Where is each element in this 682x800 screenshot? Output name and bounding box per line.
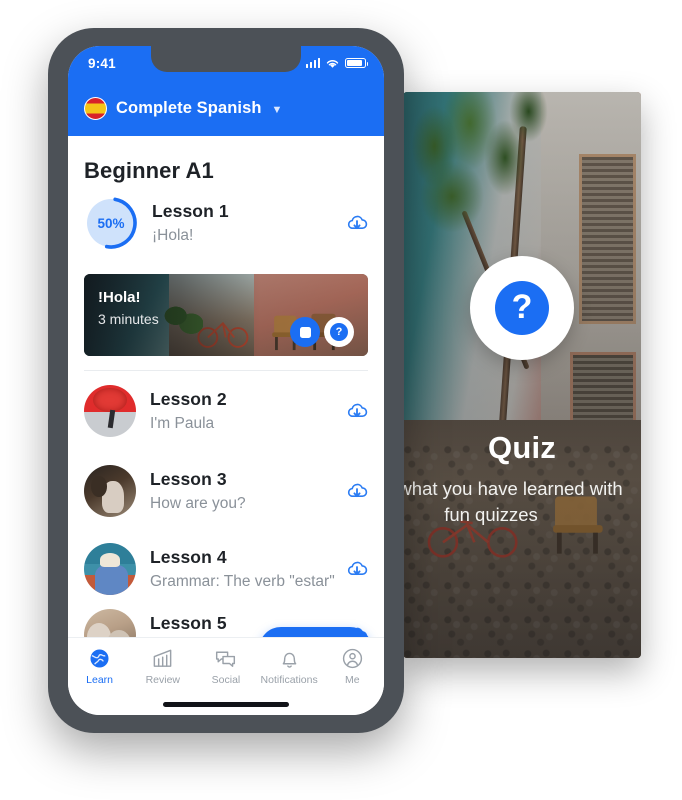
lesson-subtitle: How are you? [150,494,246,512]
tab-review[interactable]: Review [131,645,194,686]
battery-icon [345,58,369,68]
status-icons [305,58,369,69]
cloud-download-icon[interactable] [344,398,370,424]
quiz-photo-overlay [403,92,641,658]
progress-percent: 50% [97,215,125,231]
avatar [84,465,136,517]
video-card-title: !Hola! [98,289,141,306]
tab-social[interactable]: Social [194,645,257,686]
quiz-subtitle: Test what you have learned with fun quiz… [403,478,623,525]
lesson-text: Lesson 1 ¡Hola! [138,201,344,246]
avatar [84,385,136,437]
lesson-title: Lesson 2 [150,388,227,409]
cloud-download-icon[interactable] [344,478,370,504]
spanish-flag-icon [84,96,107,120]
quiz-badge[interactable]: ? [470,256,574,360]
lesson-title: Lesson 3 [150,468,227,489]
person-circle-icon [339,645,365,671]
video-card-actions: ? [290,317,354,347]
list-item[interactable]: Lesson 3 How are you? [68,451,384,531]
lesson-text: Lesson 3 How are you? [136,469,344,514]
status-time: 9:41 [88,55,116,71]
app-header: 9:41 Complete Spanish ▼ [68,46,384,136]
phone-mockup: 9:41 Complete Spanish ▼ Beginner A1 50% … [48,28,404,733]
avatar [84,543,136,595]
cloud-download-icon[interactable] [344,556,370,582]
tab-label: Social [211,674,241,686]
lesson-video-card[interactable]: !Hola! 3 minutes ? [84,274,368,356]
list-item[interactable]: 50% Lesson 1 ¡Hola! [68,184,384,262]
chevron-down-icon[interactable]: ▼ [272,104,283,116]
lesson-text: Lesson 4 Grammar: The verb "estar" [136,547,344,592]
bar-chart-icon [150,645,176,671]
lesson-subtitle: ¡Hola! [152,226,194,244]
status-bar: 9:41 [68,46,384,80]
bell-icon [276,645,302,671]
lesson-title: Lesson 1 [152,200,229,221]
lesson-list: Beginner A1 50% Lesson 1 ¡Hola! !Hola! 3… [68,136,384,681]
list-item[interactable]: Lesson 2 I'm Paula [68,371,384,451]
media-square-icon[interactable] [290,317,320,347]
question-mark-icon: ? [495,281,549,335]
tab-label: Notifications [260,674,318,686]
quiz-dot-icon[interactable]: ? [324,317,354,347]
lesson-text: Lesson 2 I'm Paula [136,389,344,434]
course-name: Complete Spanish [116,98,262,117]
cloud-download-icon[interactable] [344,210,370,236]
tab-label: Review [145,674,180,686]
tab-notifications[interactable]: Notifications [258,645,321,686]
lesson-title: Lesson 4 [150,546,227,567]
quiz-title: Quiz [488,430,556,465]
tab-learn[interactable]: Learn [68,645,131,686]
lesson-subtitle: I'm Paula [150,414,215,432]
video-card-duration: 3 minutes [98,311,159,327]
home-indicator [163,702,289,707]
signal-bars-icon [305,58,320,68]
chat-bubbles-icon [213,645,239,671]
course-bar[interactable]: Complete Spanish ▼ [68,80,384,136]
tab-label: Learn [86,674,114,686]
wifi-icon [326,59,339,68]
quiz-promo-panel[interactable]: ? Quiz Test what you have learned with f… [403,92,641,658]
tab-label: Me [345,674,360,686]
list-item[interactable]: Lesson 4 Grammar: The verb "estar" [68,531,384,603]
page-title: Beginner A1 [84,158,214,183]
tab-me[interactable]: Me [321,645,384,686]
progress-ring: 50% [84,196,138,250]
globe-icon [87,645,113,671]
phone-screen: 9:41 Complete Spanish ▼ Beginner A1 50% … [68,46,384,715]
lesson-subtitle: Grammar: The verb "estar" [150,572,335,590]
